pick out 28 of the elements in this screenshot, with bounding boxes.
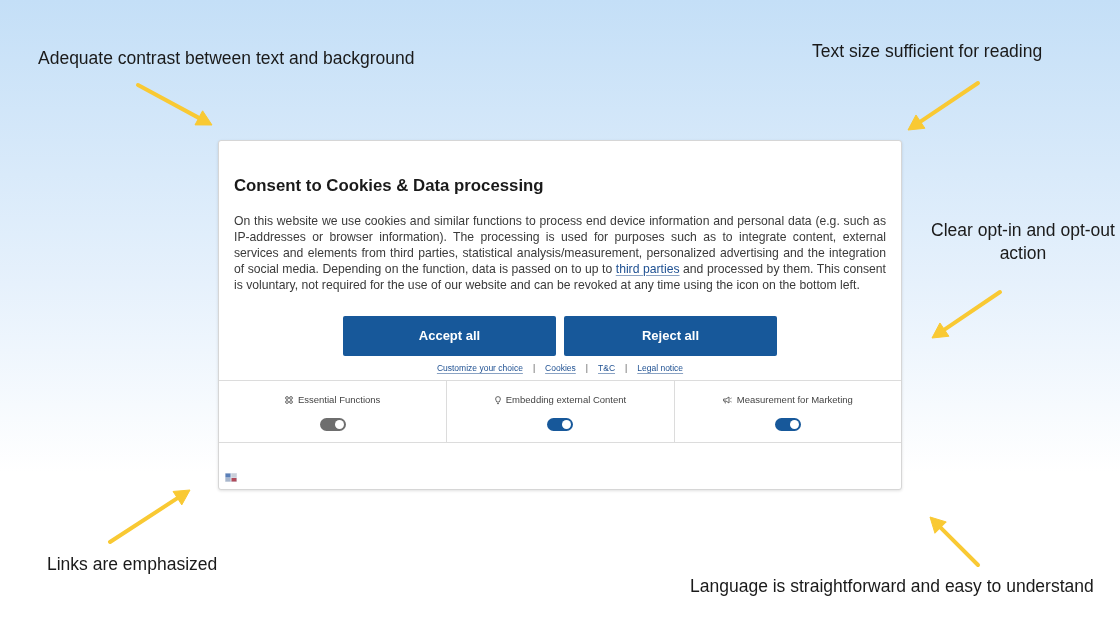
link-separator: | (532, 363, 536, 374)
lightbulb-icon (494, 395, 501, 405)
category-label: Measurement for Marketing (736, 394, 853, 406)
arrow (929, 516, 980, 567)
footer-link[interactable]: Legal notice (637, 363, 684, 374)
footer-link[interactable]: Customize your choice (436, 363, 523, 374)
consent-description: On this website we use cookies and similar functions to process end device information and personal data (e.g. such as IP-addresses or browser information). The processing is used for purposes such as to integrate content, external services and elements from third parties, statistical analysis/measurement, personalized advertising and the integration of social media. Depending on the function, data is passed on to up to third parties and processed by them. This consent is voluntary, not required for the use of our website and can be revoked at any time using the icon on the bottom left. (234, 213, 886, 293)
footer-link[interactable]: T&C (598, 363, 616, 374)
megaphone-icon (722, 396, 732, 404)
reject-all-button[interactable]: Reject all (564, 316, 777, 356)
annotation-text: Text size sufficient for reading (812, 40, 1043, 63)
link-separator: | (625, 363, 628, 374)
annotation-text: Clear opt-in and opt-out action (930, 219, 1116, 265)
settings-thumbnail-icon[interactable] (225, 473, 237, 482)
annotation-text: Links are emphasized (47, 553, 218, 576)
footer-link[interactable]: Cookies (545, 363, 576, 374)
third-parties-link[interactable]: third parties (615, 262, 680, 276)
category-label: Embedding external Content (505, 394, 627, 406)
arrow (931, 290, 1002, 339)
category-label: Essential Functions (297, 394, 381, 406)
toggle-switch[interactable] (547, 418, 574, 431)
grid-icon (284, 396, 293, 404)
annotation-text: Adequate contrast between text and background (38, 47, 415, 70)
toggle-switch[interactable] (774, 418, 801, 431)
accept-all-button[interactable]: Accept all (343, 316, 556, 356)
link-separator: | (585, 363, 589, 374)
dialog-title: Consent to Cookies & Data processing (234, 175, 545, 197)
annotation-text: Language is straightforward and easy to understand (690, 575, 1094, 598)
